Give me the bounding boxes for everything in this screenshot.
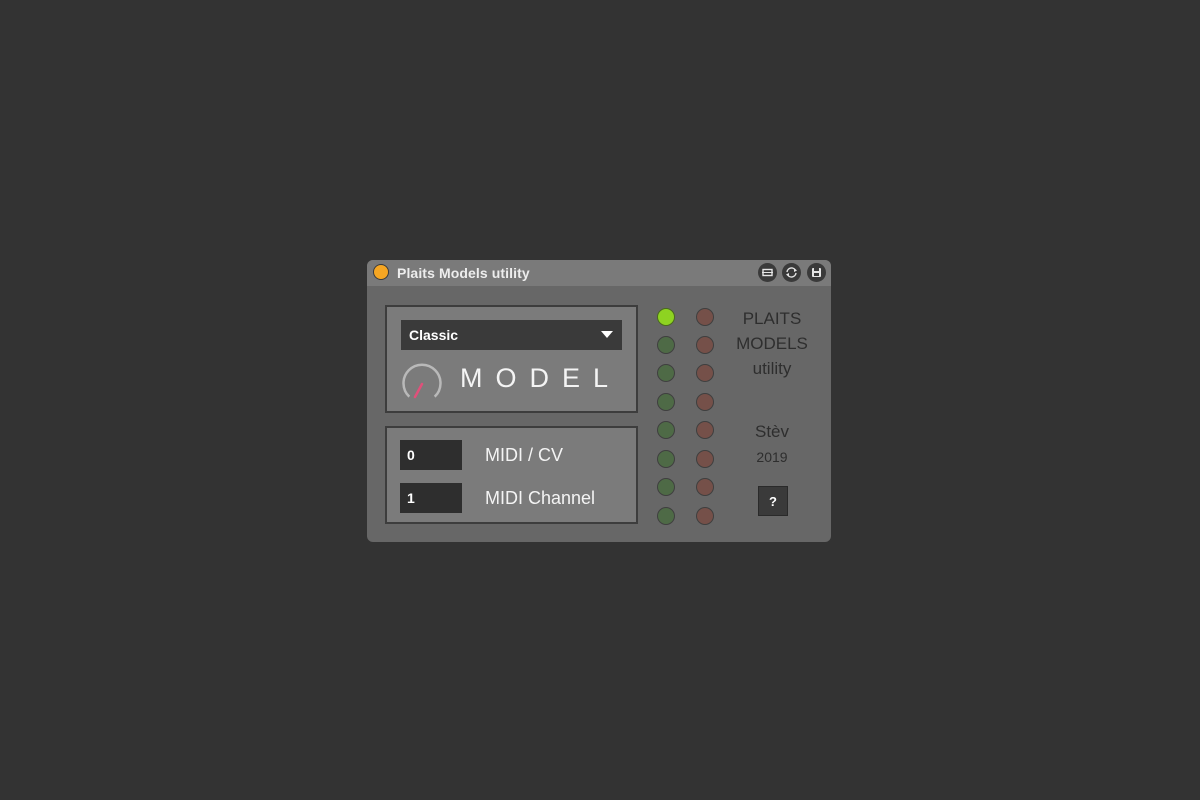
author-name: Stèv — [754, 422, 790, 441]
midi-cv-numbox[interactable]: 0 — [400, 440, 462, 470]
device-title: Plaits Models utility — [397, 265, 530, 281]
model-led-red — [696, 336, 714, 354]
model-led-green — [657, 450, 675, 468]
midi-channel-value: 1 — [407, 490, 415, 506]
midi-channel-label: MIDI Channel — [485, 488, 596, 508]
info-title-line1: PLAITS — [742, 309, 802, 328]
model-led-green — [657, 308, 675, 326]
model-led-green — [657, 478, 675, 496]
refresh-icon — [786, 267, 797, 278]
model-led-green — [657, 364, 675, 382]
model-led-red — [696, 478, 714, 496]
help-button[interactable]: ? — [758, 486, 788, 516]
author-year: 2019 — [756, 449, 788, 465]
model-led-red — [696, 450, 714, 468]
device-titlebar: Plaits Models utility — [367, 260, 831, 286]
model-led-red — [696, 393, 714, 411]
device-window: Plaits Models utility Classic MODEL 0 MI… — [367, 260, 831, 542]
model-led-red — [696, 421, 714, 439]
info-title-line2: MODELS — [736, 334, 808, 353]
model-led-red — [696, 364, 714, 382]
model-led-red — [696, 308, 714, 326]
model-dropdown[interactable]: Classic — [401, 320, 622, 350]
chevron-down-icon — [601, 331, 613, 338]
midi-channel-numbox[interactable]: 1 — [400, 483, 462, 513]
midi-cv-value: 0 — [407, 447, 415, 463]
model-led-green — [657, 336, 675, 354]
refresh-button[interactable] — [782, 263, 801, 282]
model-dropdown-value: Classic — [409, 327, 459, 343]
model-led-green — [657, 393, 675, 411]
model-led-green — [657, 421, 675, 439]
help-button-label: ? — [769, 494, 777, 509]
map-icon — [762, 268, 773, 277]
model-knob[interactable] — [401, 362, 443, 404]
model-led-green — [657, 507, 675, 525]
model-panel: Classic MODEL — [385, 305, 638, 413]
save-button[interactable] — [807, 263, 826, 282]
info-title-line3: utility — [752, 359, 792, 378]
model-knob-label: MODEL — [460, 363, 622, 393]
midi-panel: 0 MIDI / CV 1 MIDI Channel — [385, 426, 638, 524]
map-button[interactable] — [758, 263, 777, 282]
save-icon — [812, 268, 821, 277]
model-led-red — [696, 507, 714, 525]
midi-cv-label: MIDI / CV — [485, 445, 564, 465]
power-toggle[interactable] — [373, 264, 389, 280]
